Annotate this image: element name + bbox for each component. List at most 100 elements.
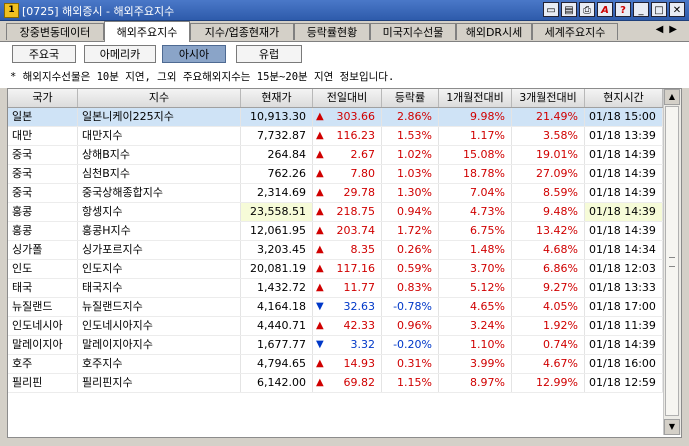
table-row[interactable]: 대만 대만지수 7,732.87 116.23 ▲ 1.53% 1.17% 3.58% 01/1… <box>8 127 663 146</box>
title-bar-buttons: ▭ ▤ ⎙ A ? _ □ ✕ <box>543 2 685 18</box>
vertical-scrollbar[interactable]: ▲ ▼ <box>663 89 681 435</box>
cell-1m: 3.99% <box>439 355 512 373</box>
minimize-icon[interactable]: _ <box>633 2 649 17</box>
table-header: 국가 지수 현재가 전일대비 등락률 1개월전대비 3개월전대비 현지시간 <box>8 89 663 108</box>
cell-local-time: 01/18 16:00 <box>585 355 663 373</box>
help-icon[interactable]: ? <box>615 2 631 17</box>
scroll-down-icon[interactable]: ▼ <box>664 419 680 435</box>
tab-index-sector-price[interactable]: 지수/업종현재가 <box>190 23 294 40</box>
tab-overseas-dr[interactable]: 해외DR시세 <box>456 23 532 40</box>
cell-index: 말레이지아지수 <box>78 336 241 354</box>
col-3m[interactable]: 3개월전대비 <box>512 89 585 107</box>
table-row[interactable]: 뉴질랜드 뉴질랜드지수 4,164.18 32.63 ▼ -0.78% 4.65% 4.05%… <box>8 298 663 317</box>
up-arrow-icon: ▲ <box>316 206 324 217</box>
cell-index: 상해B지수 <box>78 146 241 164</box>
region-major-button[interactable]: 주요국 <box>12 45 76 63</box>
cell-rate: 0.59% <box>382 260 439 278</box>
cell-rate: 0.26% <box>382 241 439 259</box>
cell-change: 29.78 ▲ <box>313 184 382 202</box>
tab-us-futures[interactable]: 미국지수선물 <box>370 23 456 40</box>
cell-country: 뉴질랜드 <box>8 298 78 316</box>
maximize-icon[interactable]: □ <box>651 2 667 17</box>
cell-3m: 4.05% <box>512 298 585 316</box>
app-icon: 1 <box>4 3 19 18</box>
col-local-time[interactable]: 현지시간 <box>585 89 663 107</box>
cell-price: 2,314.69 <box>241 184 313 202</box>
cell-local-time: 01/18 13:39 <box>585 127 663 145</box>
table-row[interactable]: 태국 태국지수 1,432.72 11.77 ▲ 0.83% 5.12% 9.27% 01/18… <box>8 279 663 298</box>
tab-world-index[interactable]: 세계주요지수 <box>532 23 618 40</box>
cell-local-time: 01/18 15:00 <box>585 108 663 126</box>
tab-change-rate[interactable]: 등락률현황 <box>294 23 370 40</box>
cell-rate: 1.53% <box>382 127 439 145</box>
cell-local-time: 01/18 14:39 <box>585 165 663 183</box>
close-icon[interactable]: ✕ <box>669 2 685 17</box>
table-row[interactable]: 싱가폴 싱가포르지수 3,203.45 8.35 ▲ 0.26% 1.48% 4.68% 01/… <box>8 241 663 260</box>
up-arrow-icon: ▲ <box>316 149 324 160</box>
col-country[interactable]: 국가 <box>8 89 78 107</box>
table-row[interactable]: 홍콩 항셍지수 23,558.51 218.75 ▲ 0.94% 4.73% 9.48% 01/… <box>8 203 663 222</box>
region-europe-button[interactable]: 유럽 <box>236 45 302 63</box>
cell-change: 14.93 ▲ <box>313 355 382 373</box>
cell-3m: 4.67% <box>512 355 585 373</box>
cell-1m: 15.08% <box>439 146 512 164</box>
font-icon[interactable]: A <box>597 2 613 17</box>
table-row[interactable]: 중국 중국상해종합지수 2,314.69 29.78 ▲ 1.30% 7.04% 8.59% 0… <box>8 184 663 203</box>
cell-country: 일본 <box>8 108 78 126</box>
cell-country: 인도 <box>8 260 78 278</box>
cell-3m: 6.86% <box>512 260 585 278</box>
tab-scroll-arrows[interactable]: ◀▶ <box>656 24 683 35</box>
delay-notice: * 해외지수선물은 10분 지연, 그외 주요해외지수는 15분~20분 지연 … <box>0 66 689 88</box>
col-price[interactable]: 현재가 <box>241 89 313 107</box>
cell-change: 7.80 ▲ <box>313 165 382 183</box>
cell-country: 홍콩 <box>8 203 78 221</box>
up-arrow-icon: ▲ <box>316 130 324 141</box>
region-asia-button[interactable]: 아시아 <box>162 45 226 63</box>
cell-3m: 21.49% <box>512 108 585 126</box>
cell-change: 32.63 ▼ <box>313 298 382 316</box>
cell-price: 762.26 <box>241 165 313 183</box>
region-selector: 주요국 아메리카 아시아 유럽 <box>0 42 689 66</box>
cell-rate: 1.15% <box>382 374 439 392</box>
cell-index: 항셍지수 <box>78 203 241 221</box>
cell-price: 1,677.77 <box>241 336 313 354</box>
col-index[interactable]: 지수 <box>78 89 241 107</box>
scroll-up-icon[interactable]: ▲ <box>664 89 680 105</box>
cell-local-time: 01/18 14:39 <box>585 203 663 221</box>
cell-index: 호주지수 <box>78 355 241 373</box>
table-row[interactable]: 필리핀 필리핀지수 6,142.00 69.82 ▲ 1.15% 8.97% 12.99% 01… <box>8 374 663 393</box>
scroll-thumb[interactable] <box>665 106 679 416</box>
up-arrow-icon: ▲ <box>316 263 324 274</box>
cell-index: 뉴질랜드지수 <box>78 298 241 316</box>
col-change[interactable]: 전일대비 <box>313 89 382 107</box>
up-arrow-icon: ▲ <box>316 168 324 179</box>
cell-index: 싱가포르지수 <box>78 241 241 259</box>
cell-local-time: 01/18 14:39 <box>585 336 663 354</box>
cell-index: 일본니케이225지수 <box>78 108 241 126</box>
cell-rate: 0.96% <box>382 317 439 335</box>
cell-country: 태국 <box>8 279 78 297</box>
region-americas-button[interactable]: 아메리카 <box>84 45 156 63</box>
down-arrow-icon: ▼ <box>316 339 324 350</box>
tab-intraday[interactable]: 장중변동데이터 <box>6 23 104 40</box>
layout-icon[interactable]: ▤ <box>561 2 577 17</box>
table-row[interactable]: 인도네시아 인도네시아지수 4,440.71 42.33 ▲ 0.96% 3.24% 1.92… <box>8 317 663 336</box>
col-rate[interactable]: 등락률 <box>382 89 439 107</box>
table-row[interactable]: 말레이지아 말레이지아지수 1,677.77 3.32 ▼ -0.20% 1.10% 0.74… <box>8 336 663 355</box>
tab-major-overseas-index[interactable]: 해외주요지수 <box>104 21 190 42</box>
cell-index: 인도지수 <box>78 260 241 278</box>
up-arrow-icon: ▲ <box>316 282 324 293</box>
table-row[interactable]: 호주 호주지수 4,794.65 14.93 ▲ 0.31% 3.99% 4.67% 01/18… <box>8 355 663 374</box>
up-arrow-icon: ▲ <box>316 358 324 369</box>
link-icon[interactable]: ▭ <box>543 2 559 17</box>
print-icon[interactable]: ⎙ <box>579 2 595 17</box>
table-row[interactable]: 중국 상해B지수 264.84 2.67 ▲ 1.02% 15.08% 19.01% 01/18… <box>8 146 663 165</box>
cell-price: 4,794.65 <box>241 355 313 373</box>
table-row[interactable]: 중국 심천B지수 762.26 7.80 ▲ 1.03% 18.78% 27.09% 01/18… <box>8 165 663 184</box>
table-row[interactable]: 인도 인도지수 20,081.19 117.16 ▲ 0.59% 3.70% 6.86% 01/… <box>8 260 663 279</box>
col-1m[interactable]: 1개월전대비 <box>439 89 512 107</box>
table-row[interactable]: 일본 일본니케이225지수 10,913.30 303.66 ▲ 2.86% 9.98% 21… <box>8 108 663 127</box>
cell-3m: 4.68% <box>512 241 585 259</box>
table-row[interactable]: 홍콩 홍콩H지수 12,061.95 203.74 ▲ 1.72% 6.75% 13.42% 0… <box>8 222 663 241</box>
cell-change: 117.16 ▲ <box>313 260 382 278</box>
